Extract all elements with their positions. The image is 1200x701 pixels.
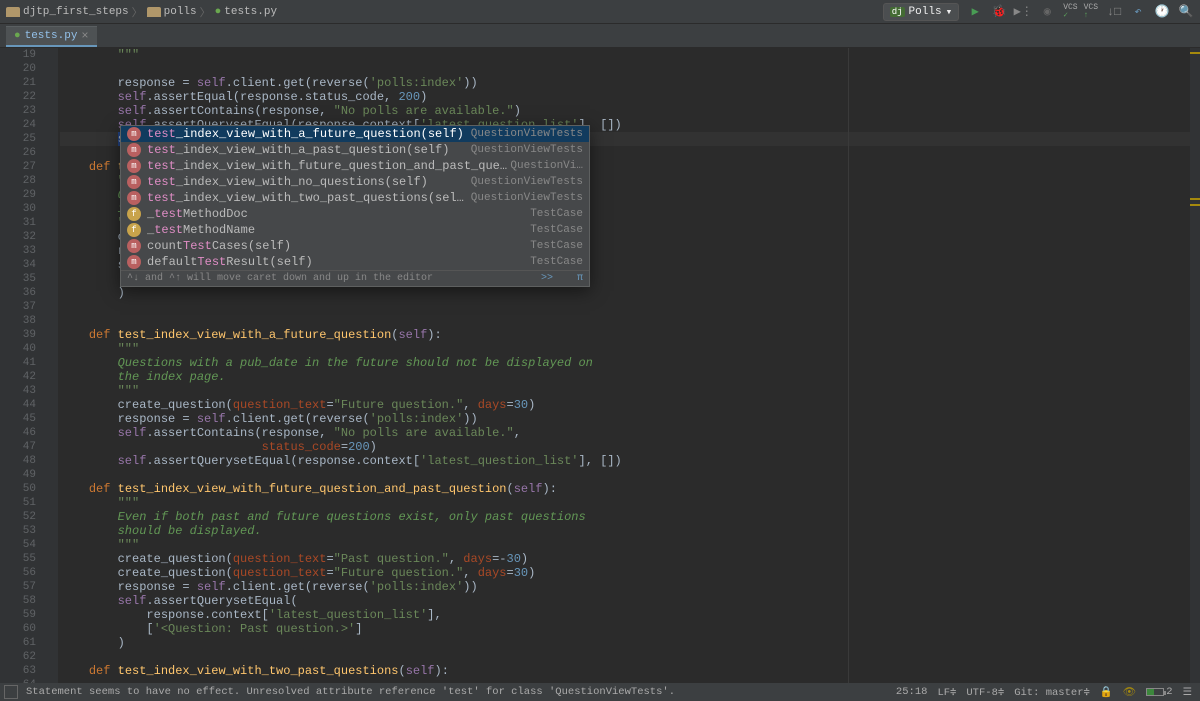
inspections-icon[interactable]: 👁 [1123, 685, 1136, 699]
django-icon: dj [890, 7, 905, 17]
status-message: Statement seems to have no effect. Unres… [26, 686, 675, 698]
completion-label: test_index_view_with_a_future_question(s… [147, 127, 471, 141]
inspection-marker-warning[interactable] [1190, 52, 1200, 54]
method-icon: m [127, 127, 141, 141]
method-icon: m [127, 191, 141, 205]
completion-class: QuestionVi… [510, 160, 583, 172]
notifications-icon[interactable]: ☰ [1183, 686, 1192, 699]
lock-icon[interactable]: 🔒 [1100, 685, 1113, 699]
line-separator[interactable]: LF≑ [937, 686, 956, 699]
git-branch[interactable]: Git: master≑ [1014, 686, 1090, 699]
line-gutter: 1920212223242526272829303132333435363738… [0, 48, 46, 683]
run-toolbar: ▶ 🐞 ▶⋮ ◉ VCS✓ VCS↑ ↓□ ↶ 🕐 🔍 [967, 4, 1194, 20]
completion-hint: ^↓ and ^↑ will move caret down and up in… [127, 273, 433, 284]
file-encoding[interactable]: UTF-8≑ [966, 686, 1004, 699]
breadcrumb-item-folder[interactable]: polls 〉 [147, 4, 211, 20]
completion-label: _testMethodName [147, 223, 530, 237]
breadcrumb-label: tests.py [224, 6, 277, 18]
completion-class: TestCase [530, 224, 583, 236]
completion-label: test_index_view_with_two_past_questions(… [147, 191, 471, 205]
python-file-icon: ● [215, 6, 222, 18]
right-margin-line [848, 48, 849, 683]
folder-icon [6, 7, 20, 17]
top-toolbar: djtp_first_steps 〉 polls 〉 ● tests.py dj… [0, 0, 1200, 24]
clock-icon[interactable]: 🕐 [1154, 4, 1170, 20]
completion-item[interactable]: m test_index_view_with_future_question_an… [121, 158, 589, 174]
breadcrumb-item-project[interactable]: djtp_first_steps 〉 [6, 4, 143, 20]
completion-class: QuestionViewTests [471, 144, 583, 156]
fold-column [46, 48, 58, 683]
folder-icon [147, 7, 161, 17]
tool-window-toggle-icon[interactable] [4, 685, 18, 699]
python-file-icon: ● [14, 30, 21, 42]
chevron-right-icon: 〉 [132, 4, 143, 20]
completion-label: test_index_view_with_future_question_and… [147, 159, 510, 173]
method-icon: m [127, 159, 141, 173]
code-completion-popup[interactable]: m test_index_view_with_a_future_question(… [120, 125, 590, 287]
run-icon[interactable]: ▶ [967, 4, 983, 20]
completion-class: TestCase [530, 256, 583, 268]
completion-label: test_index_view_with_a_past_question(sel… [147, 143, 471, 157]
stop-icon[interactable]: ◉ [1039, 4, 1055, 20]
completion-more-link[interactable]: >> [541, 273, 553, 284]
completion-class: QuestionViewTests [471, 176, 583, 188]
field-icon: f [127, 207, 141, 221]
undo-icon[interactable]: ↶ [1130, 4, 1146, 20]
completion-item[interactable]: m countTestCases(self)TestCase [121, 238, 589, 254]
completion-class: QuestionViewTests [471, 192, 583, 204]
breadcrumb-label: djtp_first_steps [23, 6, 129, 18]
completion-label: test_index_view_with_no_questions(self) [147, 175, 471, 189]
completion-label: countTestCases(self) [147, 239, 530, 253]
completion-label: _testMethodDoc [147, 207, 530, 221]
run-configuration-dropdown[interactable]: dj Polls ▾ [883, 3, 959, 21]
completion-footer: ^↓ and ^↑ will move caret down and up in… [121, 270, 589, 286]
error-stripe[interactable] [1190, 48, 1200, 683]
completion-item[interactable]: m test_index_view_with_a_future_question(… [121, 126, 589, 142]
field-icon: f [127, 223, 141, 237]
editor-tabs: ● tests.py × [0, 24, 1200, 48]
completion-item[interactable]: f _testMethodNameTestCase [121, 222, 589, 238]
completion-item[interactable]: m defaultTestResult(self)TestCase [121, 254, 589, 270]
tab-tests-py[interactable]: ● tests.py × [6, 26, 97, 47]
method-icon: m [127, 239, 141, 253]
completion-class: TestCase [530, 208, 583, 220]
close-icon[interactable]: × [81, 29, 88, 43]
breadcrumb-label: polls [164, 6, 197, 18]
completion-item[interactable]: f _testMethodDocTestCase [121, 206, 589, 222]
inspection-marker-warning[interactable] [1190, 198, 1200, 200]
inspection-marker-warning[interactable] [1190, 204, 1200, 206]
tab-label: tests.py [25, 30, 78, 42]
method-icon: m [127, 255, 141, 269]
chevron-right-icon: 〉 [200, 4, 211, 20]
search-icon[interactable]: 🔍 [1178, 4, 1194, 20]
method-icon: m [127, 143, 141, 157]
completion-class: TestCase [530, 240, 583, 252]
update-project-icon[interactable]: ↓□ [1106, 4, 1122, 20]
memory-battery-indicator[interactable]: 2 [1146, 686, 1172, 698]
chevron-down-icon: ▾ [946, 5, 953, 19]
breadcrumb: djtp_first_steps 〉 polls 〉 ● tests.py [6, 4, 883, 20]
run-coverage-icon[interactable]: ▶⋮ [1015, 4, 1031, 20]
run-config-label: Polls [909, 6, 942, 18]
breadcrumb-item-file[interactable]: ● tests.py [215, 6, 277, 18]
status-bar: Statement seems to have no effect. Unres… [0, 683, 1200, 701]
debug-icon[interactable]: 🐞 [991, 4, 1007, 20]
completion-item[interactable]: m test_index_view_with_two_past_questions… [121, 190, 589, 206]
vcs-actions[interactable]: VCS✓ VCS↑ [1063, 4, 1098, 20]
completion-class: QuestionViewTests [471, 128, 583, 140]
caret-position[interactable]: 25:18 [896, 686, 928, 698]
completion-label: defaultTestResult(self) [147, 255, 530, 269]
completion-item[interactable]: m test_index_view_with_no_questions(self)… [121, 174, 589, 190]
method-icon: m [127, 175, 141, 189]
completion-item[interactable]: m test_index_view_with_a_past_question(se… [121, 142, 589, 158]
popup-resize-icon[interactable]: π [577, 273, 583, 284]
